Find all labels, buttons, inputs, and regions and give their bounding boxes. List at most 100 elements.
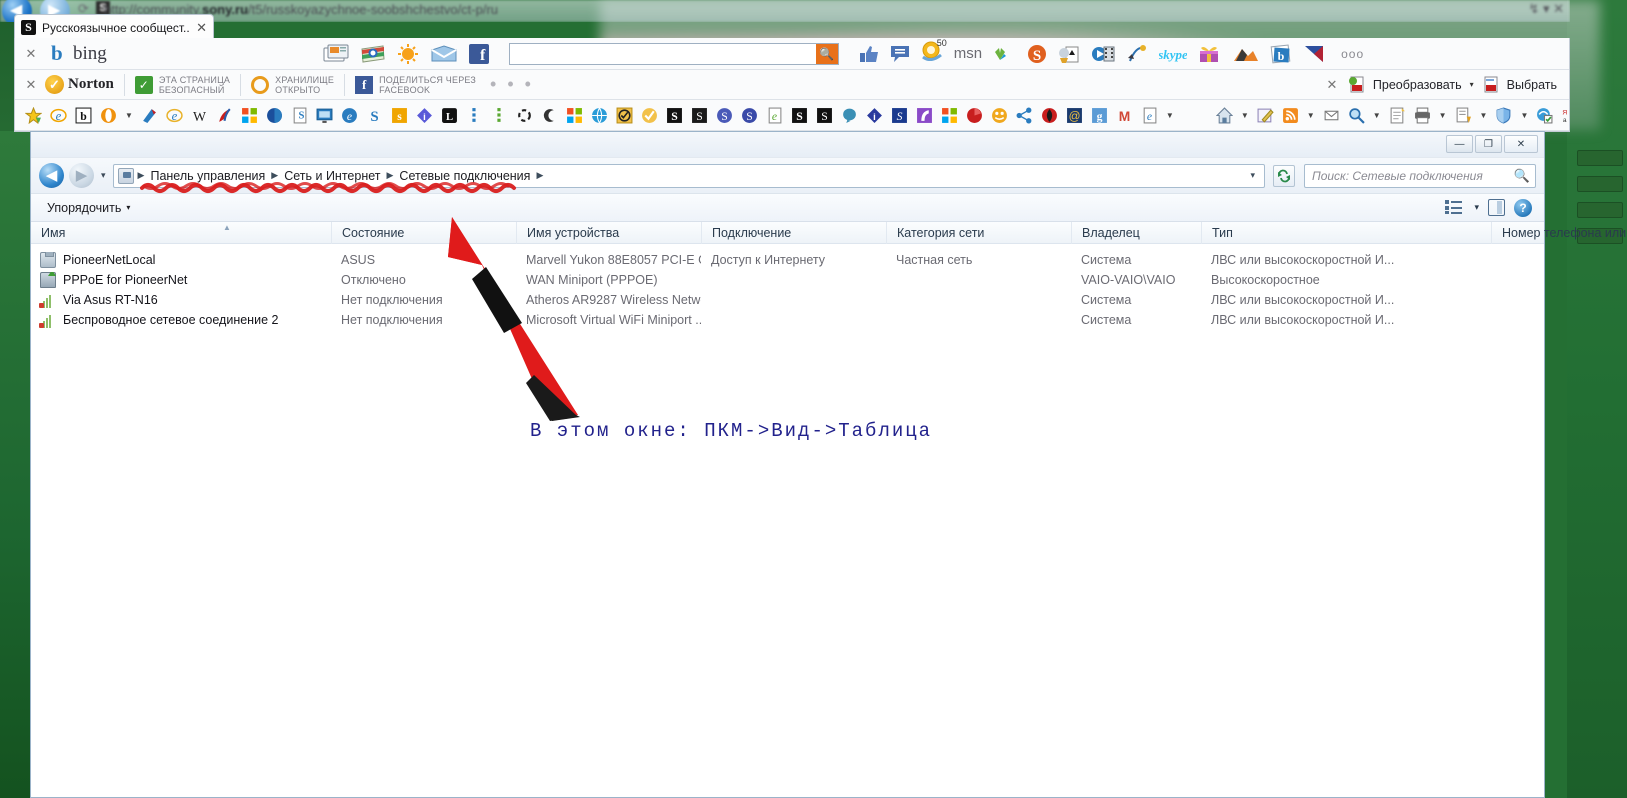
tools-icon[interactable]	[1455, 107, 1472, 124]
check-mark-icon[interactable]	[641, 107, 658, 124]
news-icon[interactable]	[323, 44, 349, 64]
s-red-icon[interactable]	[1041, 107, 1058, 124]
maximize-button[interactable]: ❐	[1475, 135, 1502, 153]
search-input[interactable]	[1310, 168, 1514, 184]
spinner-icon[interactable]	[516, 107, 533, 124]
breadcrumb-item-network-internet[interactable]: Сеть и Интернет	[282, 169, 382, 183]
ie-doc-icon[interactable]: e	[766, 107, 783, 124]
page-new-icon[interactable]	[1389, 107, 1406, 124]
info-diamond2-icon[interactable]: i	[866, 107, 883, 124]
breadcrumb[interactable]: ▶ Панель управления ▶ Сеть и Интернет ▶ …	[113, 164, 1265, 188]
caret-down4-icon[interactable]: ▼	[1307, 111, 1315, 120]
favorites-star-icon[interactable]	[25, 107, 42, 124]
ie-doc2-icon[interactable]: e	[1141, 107, 1158, 124]
share-icon[interactable]	[1016, 107, 1033, 124]
breadcrumb-item-network-connections[interactable]: Сетевые подключения	[397, 169, 532, 183]
breadcrumb-separator[interactable]: ▶	[270, 170, 279, 181]
purple-icon[interactable]	[916, 107, 933, 124]
norton-site-safety[interactable]: ✓ ЭТА СТРАНИЦА БЕЗОПАСНЫЙ	[135, 75, 230, 95]
caret-down-icon[interactable]: ▼	[125, 111, 133, 120]
minimize-button[interactable]: —	[1446, 135, 1473, 153]
dots-vert-icon[interactable]	[466, 107, 483, 124]
select-button-label[interactable]: Выбрать	[1507, 78, 1557, 92]
breadcrumb-item-control-panel[interactable]: Панель управления	[148, 169, 267, 183]
messages-icon[interactable]	[890, 45, 910, 63]
norton-logo[interactable]: ✓ Norton	[45, 75, 114, 94]
search-box[interactable]: 🔍	[1304, 164, 1536, 188]
s-black2-icon[interactable]: S	[691, 107, 708, 124]
refresh-button[interactable]	[1273, 165, 1295, 187]
red-sphere-icon[interactable]	[966, 107, 983, 124]
column-header-type[interactable]: Тип	[1201, 222, 1491, 244]
view-list-icon[interactable]	[1445, 199, 1465, 217]
check-circle-icon[interactable]	[616, 107, 633, 124]
chevron-down-icon[interactable]: ▾	[1245, 170, 1260, 181]
caret-down8-icon[interactable]: ▼	[1520, 111, 1528, 120]
safety-icon[interactable]	[1536, 107, 1553, 124]
column-header-name[interactable]: Имя	[31, 222, 331, 244]
explorer-titlebar[interactable]: — ❐ ✕	[31, 132, 1544, 158]
s-black-icon[interactable]: S	[666, 107, 683, 124]
forward-button[interactable]: ▶	[69, 163, 94, 188]
close-button[interactable]: ✕	[1504, 135, 1538, 153]
bing-search-box[interactable]: 🔍	[509, 43, 839, 65]
opera-blue-icon[interactable]	[266, 107, 283, 124]
wikipedia-w-icon[interactable]: W	[191, 107, 208, 124]
browser-window-controls[interactable]: ↯ ▾ ✕	[1528, 1, 1564, 17]
sony-s-icon[interactable]: S	[366, 107, 383, 124]
dots-vert2-icon[interactable]	[491, 107, 508, 124]
s-blue-circle-icon[interactable]: S	[716, 107, 733, 124]
recent-pages-caret-icon[interactable]: ▾	[101, 170, 106, 181]
convert-button-label[interactable]: Преобразовать	[1373, 78, 1462, 92]
sports-icon[interactable]	[1126, 44, 1148, 64]
utorrent-icon[interactable]	[141, 107, 158, 124]
organize-button[interactable]: Упорядочить ▾	[41, 198, 136, 218]
breadcrumb-separator[interactable]: ▶	[386, 170, 395, 181]
table-row[interactable]: PPPoE for PioneerNet Отключено WAN Minip…	[31, 270, 1544, 290]
weather-sun-icon[interactable]	[397, 44, 419, 64]
bing-search-input[interactable]	[510, 44, 816, 64]
search-icon[interactable]: 🔍	[1514, 168, 1530, 184]
close-icon[interactable]: ✕	[1324, 77, 1340, 93]
ie-icon[interactable]: e	[50, 107, 67, 124]
edit-icon[interactable]	[1257, 107, 1274, 124]
column-header-state[interactable]: Состояние	[331, 222, 516, 244]
caret-down6-icon[interactable]: ▼	[1439, 111, 1447, 120]
s-blue-circle2-icon[interactable]: S	[741, 107, 758, 124]
browser-tab[interactable]: S Русскоязычное сообщест... ✕	[14, 14, 214, 40]
windows-icon[interactable]	[241, 107, 258, 124]
games-icon[interactable]	[1058, 44, 1080, 64]
rewards-icon[interactable]: 50	[921, 41, 943, 66]
photo-icon[interactable]	[1233, 44, 1259, 64]
close-icon[interactable]: ✕	[196, 21, 207, 34]
gift-icon[interactable]	[1198, 44, 1222, 64]
printer-icon[interactable]	[1414, 107, 1431, 124]
ie2-icon[interactable]: e	[166, 107, 183, 124]
column-header-connection[interactable]: Подключение	[701, 222, 886, 244]
breadcrumb-separator[interactable]: ▶	[535, 170, 544, 181]
facebook-icon[interactable]: f	[469, 44, 489, 64]
caret-down2-icon[interactable]: ▼	[1166, 111, 1174, 120]
video-icon[interactable]	[1091, 44, 1115, 64]
home-icon[interactable]	[1216, 107, 1233, 124]
skype-icon[interactable]: S	[1027, 44, 1047, 64]
feather-icon[interactable]	[216, 107, 233, 124]
bing-overflow-button[interactable]: ooo	[1341, 47, 1364, 61]
b-boxed-icon[interactable]: b	[75, 107, 92, 124]
lastpass-l-icon[interactable]: L	[441, 107, 458, 124]
s-blue-square-icon[interactable]: S	[891, 107, 908, 124]
msn-label[interactable]: msn	[954, 45, 982, 62]
table-row[interactable]: PioneerNetLocal ASUS Marvell Yukon 88E80…	[31, 250, 1544, 270]
bing-logo[interactable]: b bing	[51, 43, 107, 65]
shield-icon[interactable]	[1495, 107, 1512, 124]
column-header-phone[interactable]: Номер телефона или адрес	[1491, 222, 1627, 244]
balloon-icon[interactable]	[841, 107, 858, 124]
orange-s-icon[interactable]: s	[391, 107, 408, 124]
opera-icon[interactable]	[100, 107, 117, 124]
maps-icon[interactable]	[361, 44, 385, 64]
preview-pane-icon[interactable]	[1488, 199, 1505, 216]
close-icon[interactable]: ✕	[23, 77, 39, 93]
mail-small-icon[interactable]	[1323, 107, 1340, 124]
zoom-icon[interactable]	[1348, 107, 1365, 124]
mail-icon[interactable]	[431, 44, 457, 64]
